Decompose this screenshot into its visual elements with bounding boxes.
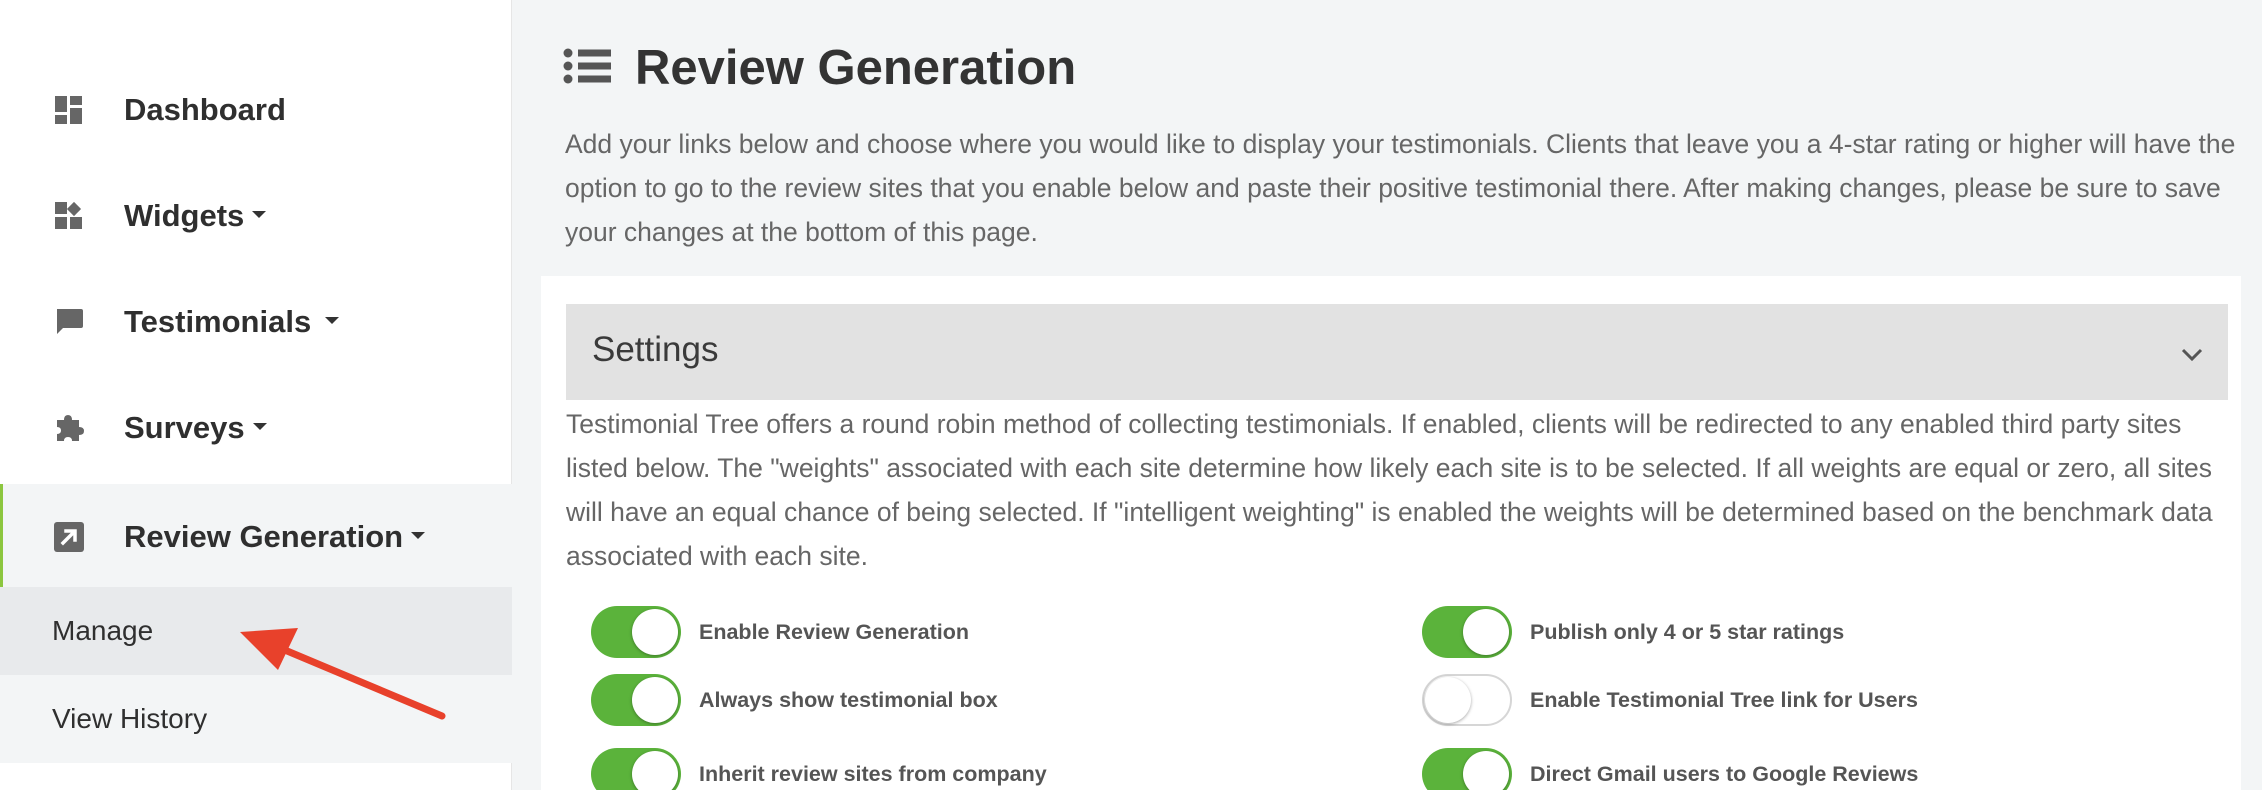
main-content: Review Generation Add your links below a… (513, 0, 2262, 790)
sidebar-item-widgets[interactable]: Widgets (0, 163, 512, 269)
dashboard-icon (52, 93, 86, 127)
sidebar-item-label: Surveys (124, 410, 267, 446)
chevron-down-icon (2181, 348, 2203, 362)
toggle-label: Publish only 4 or 5 star ratings (1530, 619, 1845, 644)
toggle-knob (632, 609, 678, 655)
list-icon (563, 48, 611, 89)
sidebar-subitem-label: View History (52, 703, 208, 734)
toggle-knob (1463, 609, 1509, 655)
sidebar: Dashboard Widgets Testimonials Surveys R… (0, 0, 512, 790)
sidebar-item-dashboard[interactable]: Dashboard (0, 57, 512, 163)
toggle-label: Always show testimonial box (699, 687, 998, 712)
caret-down-icon (252, 423, 267, 431)
caret-down-icon (411, 532, 426, 540)
widgets-icon (52, 199, 86, 233)
intro-text: Add your links below and choose where yo… (565, 129, 2236, 247)
toggle-switch[interactable] (1422, 748, 1512, 790)
sidebar-item-label: Dashboard (124, 92, 286, 127)
toggle-switch[interactable] (1422, 674, 1512, 726)
page-header: Review Generation (563, 40, 1076, 96)
toggle-inherit-review-sites[interactable]: Inherit review sites from company (591, 748, 1047, 790)
toggle-knob (1425, 677, 1471, 723)
page-title: Review Generation (635, 41, 1077, 95)
toggle-knob (1463, 751, 1509, 790)
caret-down-icon (252, 211, 267, 219)
sidebar-subitem-manage[interactable]: Manage (0, 587, 512, 675)
sidebar-subitem-view-history[interactable]: View History (0, 675, 512, 763)
toggle-enable-review-generation[interactable]: Enable Review Generation (591, 606, 969, 658)
toggle-switch[interactable] (591, 674, 681, 726)
toggle-publish-only-4-5-star[interactable]: Publish only 4 or 5 star ratings (1422, 606, 1844, 658)
toggle-label: Inherit review sites from company (699, 761, 1047, 786)
toggle-enable-testimonial-tree-link[interactable]: Enable Testimonial Tree link for Users (1422, 674, 1918, 726)
caret-down-icon (325, 317, 340, 325)
sidebar-item-label: Testimonials (124, 304, 340, 340)
toggle-switch[interactable] (591, 748, 681, 790)
active-indicator (0, 484, 3, 590)
puzzle-icon (52, 411, 86, 445)
toggle-knob (632, 751, 678, 790)
toggle-label: Direct Gmail users to Google Reviews (1530, 761, 1919, 786)
sidebar-item-testimonials[interactable]: Testimonials (0, 269, 512, 375)
sidebar-item-label: Review Generation (124, 519, 426, 555)
external-link-icon (52, 520, 86, 554)
toggle-switch[interactable] (1422, 606, 1512, 658)
sidebar-item-review-generation[interactable]: Review Generation (0, 484, 512, 590)
settings-description: Testimonial Tree offers a round robin me… (566, 409, 2213, 571)
settings-accordion-header[interactable]: Settings (566, 304, 2228, 400)
sidebar-item-label: Widgets (124, 198, 267, 234)
toggle-label: Enable Review Generation (699, 619, 970, 644)
sidebar-item-surveys[interactable]: Surveys (0, 375, 512, 481)
settings-card: Settings Testimonial Tree offers a round… (541, 276, 2241, 790)
chat-icon (52, 305, 86, 339)
toggle-direct-gmail-users[interactable]: Direct Gmail users to Google Reviews (1422, 748, 1918, 790)
toggle-label: Enable Testimonial Tree link for Users (1530, 687, 1918, 712)
toggle-knob (632, 677, 678, 723)
toggle-switch[interactable] (591, 606, 681, 658)
settings-title: Settings (592, 330, 719, 369)
sidebar-subitem-label: Manage (52, 615, 154, 646)
toggle-always-show-testimonial-box[interactable]: Always show testimonial box (591, 674, 998, 726)
